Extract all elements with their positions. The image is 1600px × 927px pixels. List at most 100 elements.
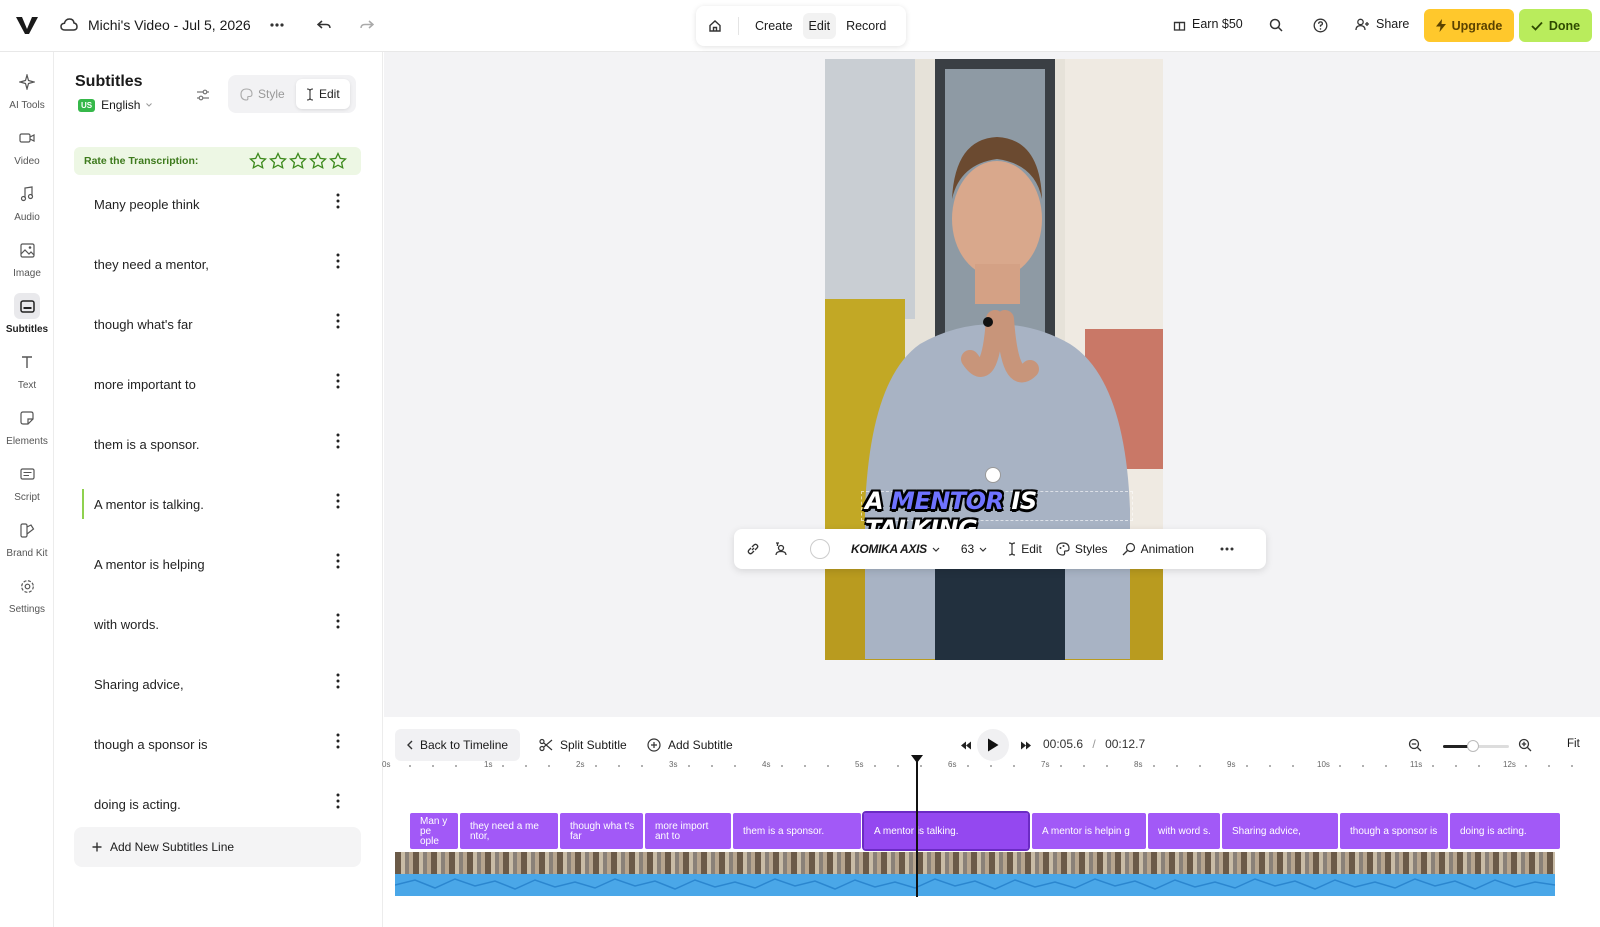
subtitle-line[interactable]: with words. — [74, 591, 361, 651]
animation-button[interactable]: Animation — [1115, 542, 1201, 556]
subtitle-clip-selected[interactable]: A mentor is talking. — [862, 811, 1030, 851]
subtitle-clip[interactable]: doing is acting. — [1450, 813, 1560, 849]
audio-waveform-track[interactable] — [395, 874, 1555, 896]
rail-item-video[interactable]: Video — [0, 125, 54, 179]
zoom-out-button[interactable] — [1401, 731, 1429, 759]
more-vertical-icon[interactable] — [328, 371, 348, 391]
zoom-slider-handle[interactable] — [1466, 740, 1479, 752]
mode-edit[interactable]: Edit — [802, 13, 837, 39]
help-button[interactable] — [1306, 11, 1334, 39]
rotate-handle[interactable] — [985, 467, 1001, 483]
subtitle-clip[interactable]: though a sponsor is — [1340, 813, 1448, 849]
subtitle-line-text[interactable]: Sharing advice, — [94, 677, 184, 692]
star-icon[interactable] — [269, 152, 287, 170]
more-vertical-icon[interactable] — [328, 491, 348, 511]
star-icon[interactable] — [329, 152, 347, 170]
subtitle-line[interactable]: more important to — [74, 351, 361, 411]
app-logo-icon[interactable] — [14, 12, 40, 38]
subtitle-clip[interactable]: they need a me ntor, — [460, 813, 558, 849]
subtitle-line[interactable]: them is a sponsor. — [74, 411, 361, 471]
more-vertical-icon[interactable] — [328, 311, 348, 331]
more-vertical-icon[interactable] — [328, 731, 348, 751]
subtitle-line-text[interactable]: though what's far — [94, 317, 193, 332]
styles-button[interactable]: Styles — [1049, 542, 1115, 556]
subtitle-clip[interactable]: them is a sponsor. — [733, 813, 861, 849]
star-icon[interactable] — [309, 152, 327, 170]
tab-style[interactable]: Style — [230, 79, 295, 109]
more-vertical-icon[interactable] — [328, 671, 348, 691]
font-selector[interactable]: KOMIKA AXIS — [844, 542, 947, 556]
speaker-button[interactable] — [767, 542, 796, 556]
subtitle-clip[interactable]: A mentor is helpin g — [1032, 813, 1146, 849]
rail-item-script[interactable]: Script — [0, 461, 54, 515]
subtitle-line[interactable]: though what's far — [74, 291, 361, 351]
rail-item-settings[interactable]: Settings — [0, 573, 54, 627]
rail-item-text[interactable]: Text — [0, 349, 54, 403]
star-icon[interactable] — [249, 152, 267, 170]
toolbar-more-button[interactable] — [1213, 547, 1241, 551]
link-button[interactable] — [734, 542, 767, 556]
mode-create[interactable]: Create — [749, 13, 799, 39]
fit-button[interactable]: Fit — [1567, 738, 1580, 750]
more-vertical-icon[interactable] — [328, 431, 348, 451]
subtitle-line-text[interactable]: them is a sponsor. — [94, 437, 200, 452]
rail-item-brand-kit[interactable]: Brand Kit — [0, 517, 54, 571]
subtitle-line[interactable]: they need a mentor, — [74, 231, 361, 291]
subtitle-line[interactable]: Many people think — [74, 171, 361, 231]
star-icon[interactable] — [289, 152, 307, 170]
time-ruler[interactable]: 0s 1s 2s 3s 4s 5s 6s 7s 8s 9s 10s 11s 12… — [382, 757, 1600, 779]
subtitle-line[interactable]: A mentor is helping — [74, 531, 361, 591]
subtitle-line-text[interactable]: they need a mentor, — [94, 257, 209, 272]
mode-record[interactable]: Record — [840, 13, 892, 39]
subtitle-line-text[interactable]: with words. — [94, 617, 159, 632]
rail-item-image[interactable]: Image — [0, 237, 54, 291]
more-vertical-icon[interactable] — [328, 551, 348, 571]
rewind-button[interactable] — [952, 731, 980, 759]
upgrade-button[interactable]: Upgrade — [1424, 9, 1514, 42]
subtitle-line-active[interactable]: A mentor is talking. — [74, 471, 361, 531]
subtitle-line-text[interactable]: doing is acting. — [94, 797, 181, 812]
done-button[interactable]: Done — [1519, 9, 1592, 42]
subtitle-line-text[interactable]: Many people think — [94, 197, 200, 212]
video-preview[interactable]: A MENTOR IS TALKING. — [825, 59, 1163, 660]
subtitle-clip[interactable]: though wha t's far — [560, 813, 643, 849]
subtitle-settings-button[interactable] — [189, 81, 217, 109]
edit-text-button[interactable]: Edit — [1001, 542, 1049, 556]
search-button[interactable] — [1262, 11, 1290, 39]
project-title[interactable]: Michi's Video - Jul 5, 2026 — [88, 17, 251, 33]
subtitle-clip[interactable]: Man y pe ople — [410, 813, 458, 849]
share-button[interactable]: Share — [1355, 17, 1409, 31]
more-vertical-icon[interactable] — [328, 251, 348, 271]
add-subtitle-line-button[interactable]: Add New Subtitles Line — [74, 827, 361, 867]
subtitle-clip[interactable]: more import ant to — [645, 813, 731, 849]
subtitle-line-text[interactable]: more important to — [94, 377, 196, 392]
subtitle-clip[interactable]: Sharing advice, — [1222, 813, 1338, 849]
rail-item-subtitles[interactable]: Subtitles — [0, 293, 54, 347]
redo-button[interactable] — [353, 11, 381, 39]
playhead[interactable] — [916, 757, 918, 897]
color-swatch[interactable] — [796, 539, 844, 559]
subtitle-line[interactable]: doing is acting. — [74, 771, 361, 831]
subtitle-line[interactable]: Sharing advice, — [74, 651, 361, 711]
rail-item-elements[interactable]: Elements — [0, 405, 54, 459]
font-size-selector[interactable]: 63 — [947, 542, 1001, 556]
undo-button[interactable] — [310, 11, 338, 39]
video-filmstrip-track[interactable] — [395, 852, 1555, 874]
more-vertical-icon[interactable] — [328, 611, 348, 631]
subtitle-line[interactable]: though a sponsor is — [74, 711, 361, 771]
tab-edit[interactable]: Edit — [296, 79, 350, 109]
language-selector[interactable]: US English — [78, 98, 153, 112]
more-vertical-icon[interactable] — [328, 191, 348, 211]
subtitle-clip[interactable]: with word s. — [1148, 813, 1220, 849]
more-options-button[interactable] — [263, 11, 291, 39]
rail-item-ai-tools[interactable]: AI Tools — [0, 69, 54, 123]
rail-item-audio[interactable]: Audio — [0, 181, 54, 235]
fast-forward-button[interactable] — [1012, 731, 1040, 759]
zoom-slider[interactable] — [1443, 740, 1509, 752]
subtitle-line-text[interactable]: A mentor is helping — [94, 557, 205, 572]
home-button[interactable] — [702, 13, 728, 39]
zoom-in-button[interactable] — [1511, 731, 1539, 759]
subtitle-line-text[interactable]: A mentor is talking. — [94, 497, 204, 512]
subtitle-line-text[interactable]: though a sponsor is — [94, 737, 207, 752]
earn-button[interactable]: Earn $50 — [1173, 17, 1243, 31]
